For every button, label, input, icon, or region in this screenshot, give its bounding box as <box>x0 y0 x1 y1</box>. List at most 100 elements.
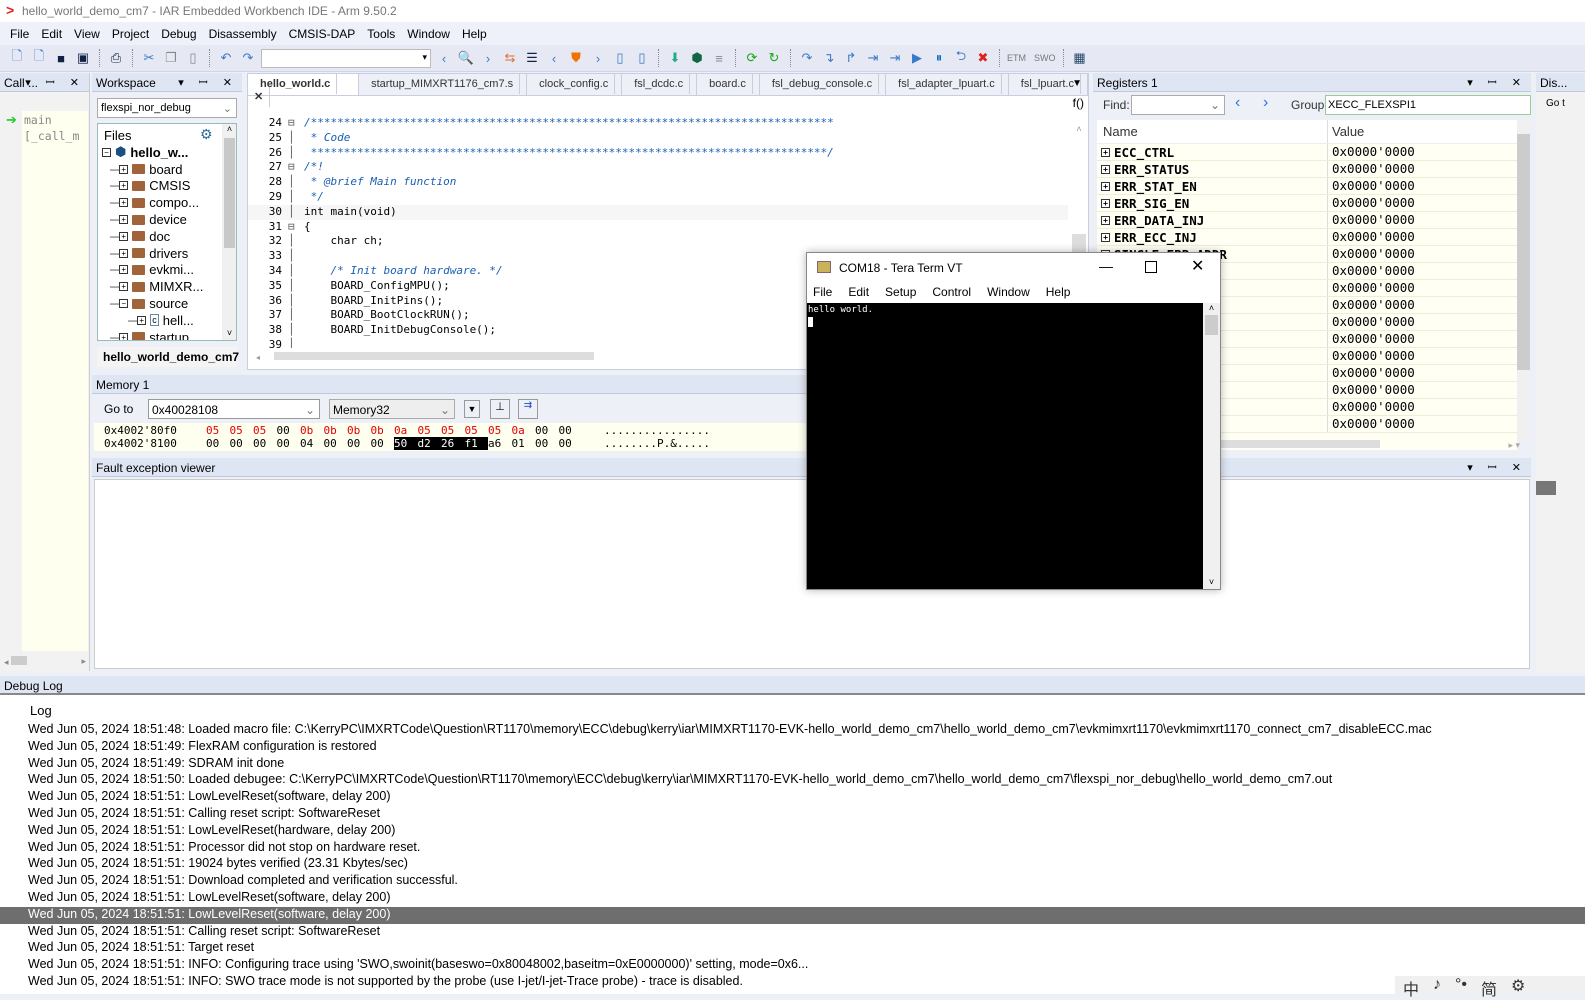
memory-byte[interactable]: 0a <box>394 424 418 437</box>
tab-fsl_debug_console-c[interactable]: fsl_debug_console.c <box>760 74 887 95</box>
function-navigator-icon[interactable]: f() <box>1073 96 1084 110</box>
group-input[interactable]: XECC_FLEXSPI1 <box>1325 95 1531 115</box>
tab-list-dropdown-icon[interactable]: ▼ <box>1072 78 1082 89</box>
save-icon[interactable]: ■ <box>52 49 70 67</box>
tree-item-folder[interactable]: ─ + board <box>102 161 236 178</box>
memory-byte[interactable]: 00 <box>230 437 254 450</box>
tab-startup_MIMXRT1176_cm7-s[interactable]: startup_MIMXRT1176_cm7.s <box>359 74 528 95</box>
memory-byte[interactable]: 00 <box>347 437 371 450</box>
menu-cmsis-dap[interactable]: CMSIS-DAP <box>283 22 362 45</box>
tab-board-c[interactable]: board.c <box>697 74 760 95</box>
tree-item-folder[interactable]: ─ + evkmi... <box>102 262 236 279</box>
workspace-tab[interactable]: hello_world_demo_cm7 <box>97 347 239 367</box>
redo-icon[interactable]: ↷ <box>239 49 257 67</box>
memory-grid[interactable]: 0x4002'80f0 05 05 05 00 0b 0b 0b 0b 0a 05 05 05 05 0a 0… <box>94 423 807 451</box>
disassembly-scroll-thumb[interactable] <box>1536 481 1556 495</box>
memory-byte[interactable]: 04 <box>300 437 324 450</box>
horizontal-scrollbar[interactable]: ◂ ▸ <box>4 656 86 670</box>
memory-byte[interactable]: 00 <box>253 437 277 450</box>
tab-clock_config-c[interactable]: clock_config.c <box>527 74 623 95</box>
options-dropdown-icon[interactable]: ▼ <box>464 400 480 418</box>
cut-icon[interactable]: ✂ <box>140 49 158 67</box>
expand-icon[interactable]: + <box>119 248 129 258</box>
address-input[interactable]: 0x40028108 ⌄ <box>148 399 320 419</box>
expand-icon[interactable]: + <box>137 315 147 325</box>
pane-controls[interactable]: ▾ ꟷ ✕ <box>1467 460 1527 475</box>
collapse-icon[interactable]: − <box>102 147 111 157</box>
find-icon[interactable]: 🔍 <box>457 49 475 67</box>
open-icon[interactable]: 🗋 <box>30 48 48 67</box>
tree-item-folder[interactable]: ─ + CMSIS <box>102 178 236 195</box>
tree-item-file[interactable]: ─ + c hell... <box>102 312 236 329</box>
tree-project-root[interactable]: − ⬢ hello_w... <box>102 144 236 161</box>
pane-controls[interactable]: ▾ ꟷ ✕ <box>178 75 238 90</box>
prev-bookmark-icon[interactable]: ‹ <box>545 49 563 67</box>
print-icon[interactable]: ⎙ <box>107 49 125 67</box>
next-statement-icon[interactable]: ⇥ <box>864 49 882 67</box>
menu-edit[interactable]: Edit <box>35 22 68 45</box>
stop-debug-icon[interactable]: ✖ <box>974 49 992 67</box>
restart-icon[interactable]: ↻ <box>765 49 783 67</box>
expand-icon[interactable]: + <box>1101 198 1110 208</box>
fold-icon[interactable]: ⊟ <box>288 220 304 235</box>
log-line[interactable]: Wed Jun 05, 2024 18:51:51: LowLevelReset… <box>0 906 1585 924</box>
memory-byte[interactable]: 05 <box>206 424 230 437</box>
previous-arrow-icon[interactable]: ‹ <box>1235 94 1240 112</box>
memory-byte[interactable]: 05 <box>488 424 512 437</box>
log-line[interactable]: Wed Jun 05, 2024 18:51:49: FlexRAM confi… <box>0 739 1585 756</box>
swo-button[interactable]: SWO <box>1034 53 1056 63</box>
menu-tools[interactable]: Tools <box>361 22 401 45</box>
call-stack-frame[interactable]: [_call_m <box>22 129 88 143</box>
register-row[interactable]: + ERR_STATUS 0x0000'0000 <box>1097 161 1517 178</box>
memory-byte[interactable]: 01 <box>512 437 536 450</box>
expand-icon[interactable]: + <box>119 265 129 275</box>
memory-byte[interactable]: 00 <box>324 437 348 450</box>
log-line[interactable]: Wed Jun 05, 2024 18:51:51: LowLevelReset… <box>0 890 1585 907</box>
bookmark-icon[interactable]: ⛊ <box>567 49 585 67</box>
menu-debug[interactable]: Debug <box>155 22 202 45</box>
menu-view[interactable]: View <box>68 22 106 45</box>
disassembly-goto[interactable]: Go t <box>1536 92 1585 115</box>
go-icon[interactable]: ▶ <box>908 49 926 67</box>
log-line[interactable]: Wed Jun 05, 2024 18:51:51: Calling reset… <box>0 924 1585 941</box>
save-all-icon[interactable]: ▣ <box>74 49 92 67</box>
memory-byte[interactable]: a6 <box>488 437 512 450</box>
log-line[interactable]: Wed Jun 05, 2024 18:51:51: LowLevelReset… <box>0 823 1585 840</box>
log-line[interactable]: Wed Jun 05, 2024 18:51:51: Target reset <box>0 940 1585 957</box>
tree-item-folder[interactable]: ─ + compo... <box>102 194 236 211</box>
expand-icon[interactable]: + <box>1101 181 1110 191</box>
log-line[interactable]: Wed Jun 05, 2024 18:51:49: SDRAM init do… <box>0 756 1585 773</box>
editor-horizontal-scrollbar[interactable]: ◂ <box>256 352 816 363</box>
teraterm-menu-window[interactable]: Window <box>987 285 1038 299</box>
register-row[interactable]: + ERR_DATA_INJ 0x0000'0000 <box>1097 212 1517 229</box>
memory-row[interactable]: 0x4002'80f0 05 05 05 00 0b 0b 0b 0b 0a 05 05 05 05 0a 0… <box>104 424 797 437</box>
register-row[interactable]: + ERR_STAT_EN 0x0000'0000 <box>1097 178 1517 195</box>
break-icon[interactable]: ⏸ <box>930 49 948 67</box>
debug-no-download-icon[interactable]: ≡ <box>710 49 728 67</box>
menu-help[interactable]: Help <box>456 22 493 45</box>
tab-fsl_adapter_lpuart-c[interactable]: fsl_adapter_lpuart.c <box>886 74 1009 95</box>
terminal-screen[interactable]: hello world. <box>807 303 1203 589</box>
menu-disassembly[interactable]: Disassembly <box>203 22 283 45</box>
memory-byte[interactable]: 0b <box>300 424 324 437</box>
registers-horizontal-scrollbar[interactable]: ▸ ▾ <box>1220 440 1520 452</box>
ime-item[interactable]: ⚙ <box>1511 976 1525 995</box>
log-line[interactable]: Wed Jun 05, 2024 18:51:51: 19024 bytes v… <box>0 856 1585 873</box>
run-to-cursor-icon[interactable]: ⇥ <box>886 49 904 67</box>
step-over-icon[interactable]: ↷ <box>798 49 816 67</box>
tree-item-folder[interactable]: ─ + doc <box>102 228 236 245</box>
memory-byte[interactable]: 0b <box>347 424 371 437</box>
etm-button[interactable]: ETM <box>1007 53 1026 63</box>
memory-byte[interactable]: f1 <box>464 437 488 450</box>
log-line[interactable]: Wed Jun 05, 2024 18:51:51: INFO: Configu… <box>0 957 1585 974</box>
teraterm-menu-control[interactable]: Control <box>932 285 979 299</box>
expand-icon[interactable]: + <box>119 198 129 208</box>
tree-scrollbar[interactable]: ˄ ˅ <box>222 124 236 340</box>
tab-hello_world-c[interactable]: hello_world.c ✕ <box>248 74 360 107</box>
log-line[interactable]: Wed Jun 05, 2024 18:51:51: INFO: SWO tra… <box>0 974 1585 991</box>
reset-dropdown-icon[interactable]: ⮌ <box>952 48 970 67</box>
plugin-icon[interactable]: ▦ <box>1071 49 1089 67</box>
memory-byte[interactable]: 05 <box>230 424 254 437</box>
step-out-icon[interactable]: ↱ <box>842 49 860 67</box>
prev-doc-icon[interactable]: ▯ <box>611 49 629 67</box>
